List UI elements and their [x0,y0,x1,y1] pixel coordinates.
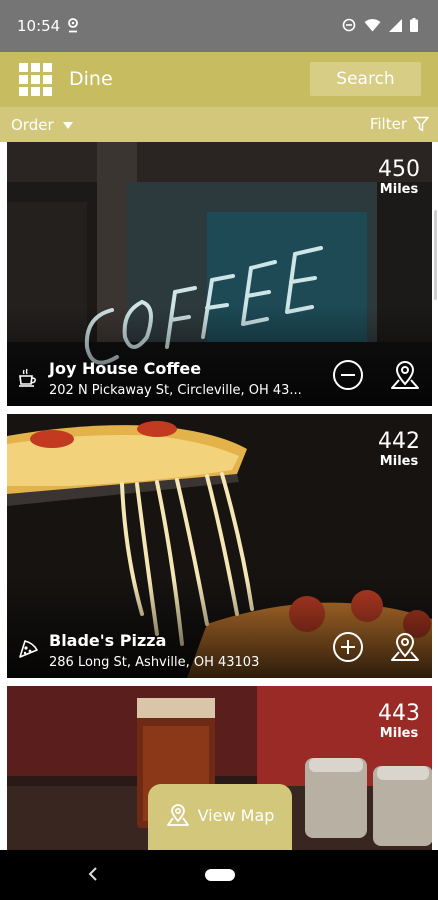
view-map-button[interactable]: View Map [148,784,292,850]
distance-readout: 443 Miles [378,701,420,742]
distance-readout: 442 Miles [378,429,420,470]
restaurant-address: 202 N Pickaway St, Circleville, OH 43... [49,383,302,398]
apps-grid-icon[interactable] [19,63,52,96]
pizza-slice-icon [17,638,39,665]
coffee-cup-icon [17,366,39,393]
back-chevron-icon[interactable] [88,865,98,888]
map-pin-icon [166,804,189,826]
order-label: Order [11,116,54,134]
search-button[interactable]: Search [310,62,421,96]
page-title: Dine [69,68,113,90]
location-status-icon [67,17,79,38]
status-time: 10:54 [17,17,61,35]
distance-unit: Miles [379,726,419,741]
filter-funnel-icon [413,116,429,132]
view-map-label: View Map [197,805,275,825]
wifi-icon [364,18,381,37]
distance-value: 450 [378,157,420,182]
map-pin-icon[interactable] [389,631,421,668]
distance-readout: 450 Miles [378,157,420,198]
restaurant-card[interactable]: 450 Miles Joy House Coffee 202 N Pickawa… [7,142,432,406]
app-bar: Dine Search [0,52,438,107]
caret-down-icon [62,121,73,129]
restaurant-name: Joy House Coffee [49,359,202,378]
cell-signal-icon [389,18,402,37]
distance-value: 442 [378,429,420,454]
restaurant-address: 286 Long St, Ashville, OH 43103 [49,655,260,670]
scrollbar[interactable] [434,210,437,300]
restaurant-name: Blade's Pizza [49,631,167,650]
map-pin-icon[interactable] [389,359,421,396]
distance-unit: Miles [379,454,419,469]
plus-circle-icon[interactable] [332,631,364,668]
sort-filter-bar: Order Filter [0,107,438,142]
restaurant-card[interactable]: 442 Miles Blade's Pizza 286 Long St, Ash… [7,414,432,678]
order-dropdown[interactable]: Order [11,116,73,134]
home-pill-icon[interactable] [205,869,235,881]
filter-button[interactable]: Filter [370,115,429,133]
filter-label: Filter [369,115,407,133]
do-not-disturb-icon [342,18,356,37]
distance-unit: Miles [379,182,419,197]
battery-icon [410,18,418,37]
minus-circle-icon[interactable] [332,359,364,396]
status-bar: 10:54 [0,0,438,52]
distance-value: 443 [378,701,420,726]
system-nav-bar [0,850,438,900]
